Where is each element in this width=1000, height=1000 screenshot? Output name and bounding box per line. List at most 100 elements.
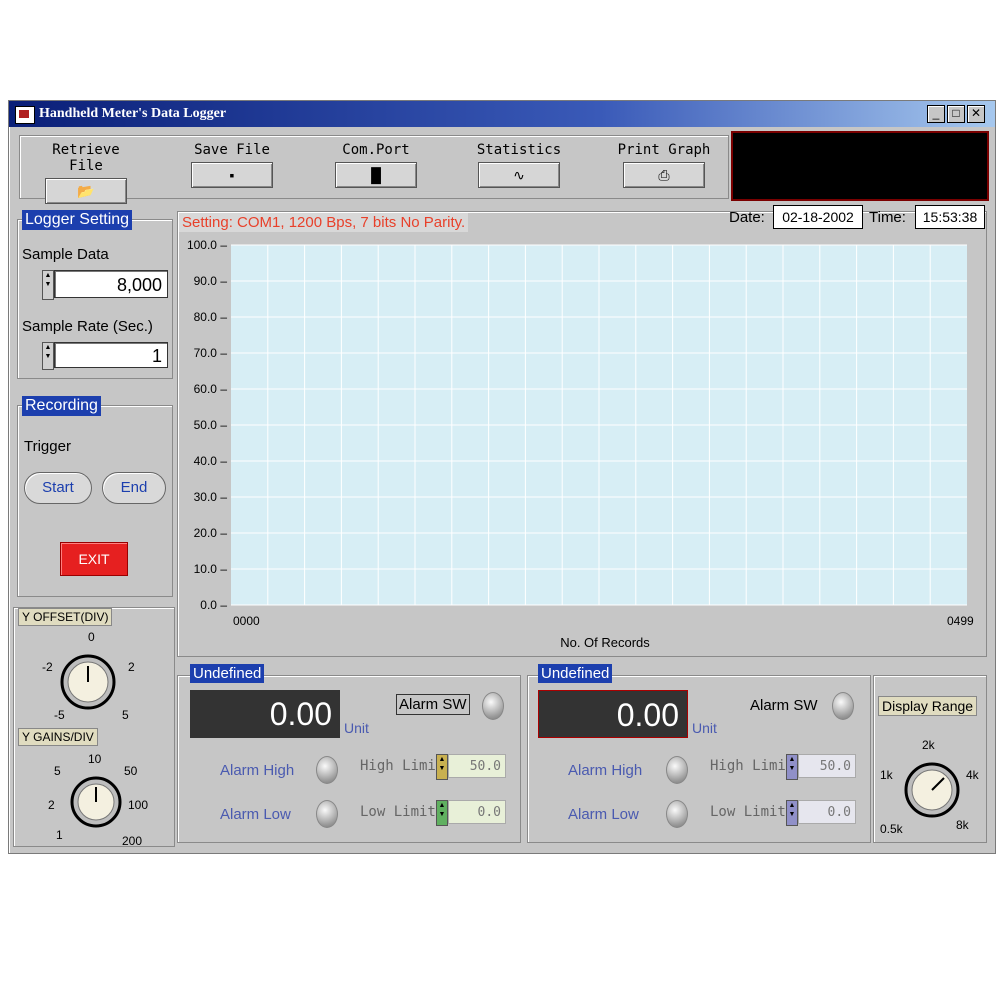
display-range-knob[interactable]	[902, 760, 962, 820]
statistics-group: Statistics ∿	[469, 142, 569, 188]
end-button[interactable]: End	[102, 472, 166, 504]
y-gains-tick-50: 50	[124, 764, 138, 778]
close-button[interactable]: ✕	[967, 105, 985, 123]
channel-1-alarm-sw-toggle[interactable]	[482, 692, 504, 720]
y-tick-label: 0.0 –	[200, 598, 227, 612]
printer-icon: ⎙	[658, 167, 670, 183]
com-port-label: Com.Port	[342, 142, 410, 158]
retrieve-file-label: Retrieve File	[52, 142, 120, 174]
channel-2-high-limit-spinner[interactable]: ▲ ▼	[786, 754, 798, 780]
y-offset-tick-0: 0	[88, 630, 95, 644]
window-title: Handheld Meter's Data Logger	[39, 106, 227, 121]
y-tick-label: 80.0 –	[194, 310, 228, 324]
channel-2-high-limit-field[interactable]: 50.0	[798, 754, 856, 778]
retrieve-file-button[interactable]: 📂	[45, 178, 127, 204]
y-gains-knob[interactable]	[68, 774, 124, 830]
minimize-button[interactable]: _	[927, 105, 945, 123]
channel-2-low-limit-field[interactable]: 0.0	[798, 800, 856, 824]
trigger-label: Trigger	[24, 438, 71, 455]
y-gains-tick-5: 5	[54, 764, 61, 778]
recording-group: Recording Trigger Start End EXIT	[17, 396, 173, 597]
channel-2-alarm-low-led	[666, 800, 688, 828]
y-tick-label: 10.0 –	[194, 562, 228, 576]
y-tick-label: 20.0 –	[194, 526, 228, 540]
floppy-disk-icon: ▪	[229, 167, 235, 183]
y-offset-knob[interactable]	[58, 652, 118, 712]
x-axis-label: No. Of Records	[560, 635, 650, 650]
statistics-label: Statistics	[476, 142, 562, 158]
channel-1-low-limit-spinner[interactable]: ▲ ▼	[436, 800, 448, 826]
app-icon	[15, 106, 35, 124]
port-connector-icon: ▐▌	[366, 167, 386, 183]
logger-setting-title: Logger Setting	[22, 210, 133, 230]
channel-2-value: 0.00	[538, 690, 688, 738]
y-knobs-group: Y OFFSET(DIV) 0 -2 2 -5 5 Y GAINS/DIV 10…	[13, 607, 175, 848]
title-bar: Handheld Meter's Data Logger _ □ ✕	[9, 101, 995, 127]
channel-1-alarm-high-label: Alarm High	[220, 762, 295, 779]
maximize-button[interactable]: □	[947, 105, 965, 123]
print-graph-label: Print Graph	[617, 142, 711, 158]
save-file-label: Save File	[194, 142, 270, 158]
channel-2-unit: Unit	[692, 720, 717, 736]
channel-1-unit: Unit	[344, 720, 369, 736]
channel-1-high-limit-spinner[interactable]: ▲ ▼	[436, 754, 448, 780]
channel-2-alarm-sw-toggle[interactable]	[832, 692, 854, 720]
display-range-tick-4k: 4k	[966, 768, 979, 782]
app-window: Handheld Meter's Data Logger _ □ ✕ Retri…	[8, 100, 996, 854]
setting-status-text: Setting: COM1, 1200 Bps, 7 bits No Parit…	[179, 213, 469, 232]
x-tick-label-end: 0499	[947, 614, 974, 628]
channel-1-high-limit-field[interactable]: 50.0	[448, 754, 506, 778]
x-tick-label-start: 0000	[233, 614, 260, 628]
exit-button[interactable]: EXIT	[60, 542, 128, 576]
channel-1-panel: Undefined 0.00 Unit Alarm SW Alarm High …	[177, 664, 521, 843]
channel-1-title: Undefined	[190, 664, 265, 683]
channel-1-alarm-high-led	[316, 756, 338, 784]
time-field: 15:53:38	[915, 205, 985, 229]
save-file-button[interactable]: ▪	[191, 162, 273, 188]
sample-rate-spinner[interactable]: ▲ ▼	[42, 342, 54, 370]
y-tick-label: 30.0 –	[194, 490, 228, 504]
data-chart: 100.0 – 90.0 – 80.0 – 70.0 – 60.0 – 50.0 – 40.…	[187, 238, 974, 650]
y-offset-tick-5: 5	[122, 708, 129, 722]
display-range-tick-05k: 0.5k	[880, 822, 903, 836]
channel-1-low-limit-field[interactable]: 0.0	[448, 800, 506, 824]
channel-1-high-limit-label: High Limit	[360, 758, 445, 774]
y-tick-label: 70.0 –	[194, 346, 228, 360]
channel-2-high-limit-label: High Limit	[710, 758, 795, 774]
channel-2-panel: Undefined 0.00 Unit Alarm SW Alarm High …	[527, 664, 871, 843]
y-tick-label: 60.0 –	[194, 382, 228, 396]
time-label: Time:	[869, 209, 906, 226]
y-axis-ticks: 100.0 – 90.0 – 80.0 – 70.0 – 60.0 – 50.0 – 40.…	[187, 238, 227, 612]
start-button[interactable]: Start	[24, 472, 92, 504]
print-graph-button[interactable]: ⎙	[623, 162, 705, 188]
channel-1-low-limit-label: Low Limit	[360, 804, 436, 820]
channel-2-title: Undefined	[538, 664, 613, 683]
sample-rate-field[interactable]: 1	[54, 342, 168, 368]
y-gains-tick-1: 1	[56, 828, 63, 842]
display-range-tick-8k: 8k	[956, 818, 969, 832]
channel-1-value: 0.00	[190, 690, 340, 738]
y-tick-label: 100.0 –	[187, 238, 227, 252]
y-tick-label: 90.0 –	[194, 274, 228, 288]
y-gains-tick-200: 200	[122, 834, 143, 848]
date-label: Date:	[729, 209, 765, 226]
toolbar: Retrieve File 📂 Save File ▪ Com.Port ▐▌ …	[19, 135, 729, 204]
save-file-group: Save File ▪	[182, 142, 282, 188]
sample-data-field[interactable]: 8,000	[54, 270, 168, 298]
statistics-button[interactable]: ∿	[478, 162, 560, 188]
channel-2-low-limit-spinner[interactable]: ▲ ▼	[786, 800, 798, 826]
print-graph-group: Print Graph ⎙	[614, 142, 714, 188]
sample-data-label: Sample Data	[22, 246, 109, 263]
y-gains-title: Y GAINS/DIV	[18, 728, 98, 746]
display-range-tick-1k: 1k	[880, 768, 893, 782]
sample-data-spinner[interactable]: ▲ ▼	[42, 270, 54, 300]
channel-2-alarm-high-label: Alarm High	[568, 762, 643, 779]
display-range-title: Display Range	[878, 696, 978, 716]
channel-1-alarm-sw-label: Alarm SW	[396, 694, 470, 715]
channel-2-alarm-low-label: Alarm Low	[568, 806, 639, 823]
y-offset-title: Y OFFSET(DIV)	[18, 608, 113, 626]
y-gains-tick-100: 100	[128, 798, 149, 812]
recording-title: Recording	[22, 396, 101, 416]
com-port-button[interactable]: ▐▌	[335, 162, 417, 188]
logger-setting-group: Logger Setting Sample Data ▲ ▼ 8,000 Samp…	[17, 210, 173, 379]
